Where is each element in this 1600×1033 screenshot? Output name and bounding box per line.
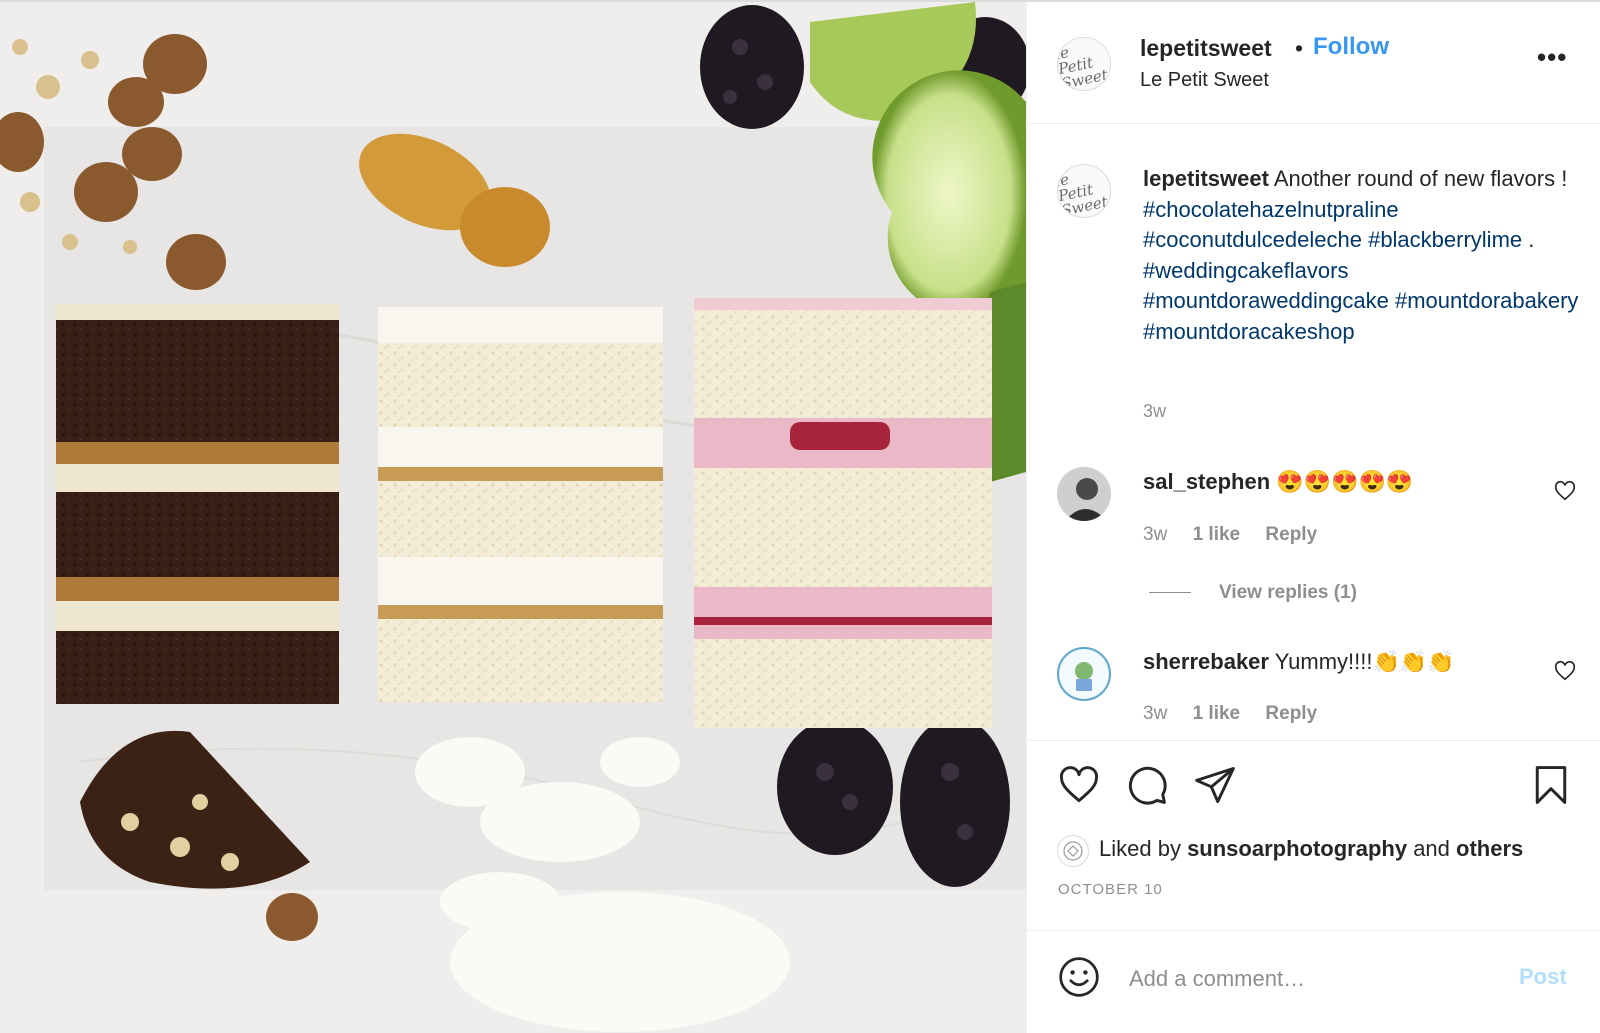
commenter-avatar[interactable]: [1057, 647, 1111, 701]
comment-text: Yummy!!!!👏👏👏: [1274, 649, 1455, 674]
caption-separator: .: [1522, 227, 1535, 252]
post-header: le Petit Sweet lepetitsweet • Follow Le P…: [1027, 2, 1600, 124]
comment-username[interactable]: sal_stephen: [1143, 469, 1270, 494]
comment-username[interactable]: sherrebaker: [1143, 649, 1269, 674]
share-icon[interactable]: [1193, 763, 1237, 807]
view-replies-label: View replies (1): [1219, 582, 1357, 603]
commenter-avatar[interactable]: [1057, 467, 1111, 521]
caption-avatar[interactable]: le Petit Sweet: [1057, 164, 1111, 218]
hashtag-link[interactable]: #blackberrylime: [1368, 227, 1522, 252]
comment: sal_stephen 😍😍😍😍😍: [1143, 469, 1413, 495]
brand-logo: le Petit Sweet: [1057, 42, 1110, 91]
comment-timestamp[interactable]: 3w: [1143, 703, 1167, 724]
like-comment-heart-icon[interactable]: [1554, 480, 1576, 502]
view-replies-button[interactable]: View replies (1): [1149, 582, 1357, 604]
hashtag-link[interactable]: #chocolatehazelnutpraline: [1143, 197, 1399, 222]
avatar-photo: [1060, 650, 1108, 698]
liker-logo-icon: [1063, 841, 1083, 861]
instagram-post: le Petit Sweet lepetitsweet • Follow Le P…: [0, 0, 1600, 1033]
comment-input[interactable]: [1127, 961, 1501, 997]
comment-icon[interactable]: [1125, 763, 1169, 807]
comment-likes[interactable]: 1 like: [1193, 524, 1241, 545]
cake-slices-image: [0, 2, 1026, 1033]
separator-dot: •: [1295, 35, 1304, 61]
post-side-panel: le Petit Sweet lepetitsweet • Follow Le P…: [1026, 2, 1600, 1033]
post-actions: Liked by sunsoarphotography and others O…: [1027, 740, 1600, 930]
header-username[interactable]: lepetitsweet: [1140, 35, 1272, 62]
post-photo[interactable]: [0, 2, 1026, 1033]
liked-by-middle: and: [1407, 836, 1457, 861]
caption-text: Another round of new flavors !: [1273, 166, 1568, 191]
add-comment-bar: Post: [1027, 930, 1600, 1033]
caption-username[interactable]: lepetitsweet: [1143, 166, 1269, 191]
bookmark-icon[interactable]: [1529, 763, 1573, 807]
post-caption: lepetitsweet Another round of new flavor…: [1143, 164, 1583, 347]
emoji-icon[interactable]: [1057, 955, 1101, 999]
liked-by-user-link[interactable]: sunsoarphotography: [1187, 836, 1407, 861]
liked-by-prefix: Liked by: [1099, 836, 1188, 861]
liked-by-others-link[interactable]: others: [1456, 836, 1523, 861]
comment: sherrebaker Yummy!!!!👏👏👏: [1143, 649, 1455, 675]
hashtag-link[interactable]: #mountdoracakeshop: [1143, 319, 1355, 344]
hashtag-link[interactable]: #coconutdulcedeleche: [1143, 227, 1362, 252]
reply-button[interactable]: Reply: [1265, 524, 1317, 545]
brand-logo: le Petit Sweet: [1057, 169, 1110, 218]
liker-avatar[interactable]: [1057, 835, 1089, 867]
heart-icon[interactable]: [1057, 763, 1101, 807]
like-comment-heart-icon[interactable]: [1554, 660, 1576, 682]
hashtag-link[interactable]: #mountdorabakery: [1395, 288, 1578, 313]
comment-meta: 3w 1 like Reply: [1143, 524, 1337, 546]
comment-timestamp[interactable]: 3w: [1143, 524, 1167, 545]
comment-meta: 3w 1 like Reply: [1143, 703, 1337, 725]
replies-divider: [1149, 592, 1191, 594]
more-options-icon[interactable]: •••: [1537, 42, 1567, 73]
liked-by-summary: Liked by sunsoarphotography and others: [1099, 836, 1523, 862]
hashtag-link[interactable]: #weddingcakeflavors: [1143, 258, 1348, 283]
caption-timestamp[interactable]: 3w: [1143, 401, 1166, 422]
header-full-name: Le Petit Sweet: [1140, 69, 1269, 91]
post-date[interactable]: OCTOBER 10: [1058, 881, 1163, 898]
comment-likes[interactable]: 1 like: [1193, 703, 1241, 724]
hashtag-link[interactable]: #mountdoraweddingcake: [1143, 288, 1389, 313]
follow-button[interactable]: Follow: [1313, 33, 1389, 61]
post-comment-button[interactable]: Post: [1519, 964, 1567, 990]
avatar-photo: [1057, 467, 1111, 521]
reply-button[interactable]: Reply: [1265, 703, 1317, 724]
profile-avatar[interactable]: le Petit Sweet: [1057, 37, 1111, 91]
comment-text: 😍😍😍😍😍: [1276, 469, 1414, 494]
